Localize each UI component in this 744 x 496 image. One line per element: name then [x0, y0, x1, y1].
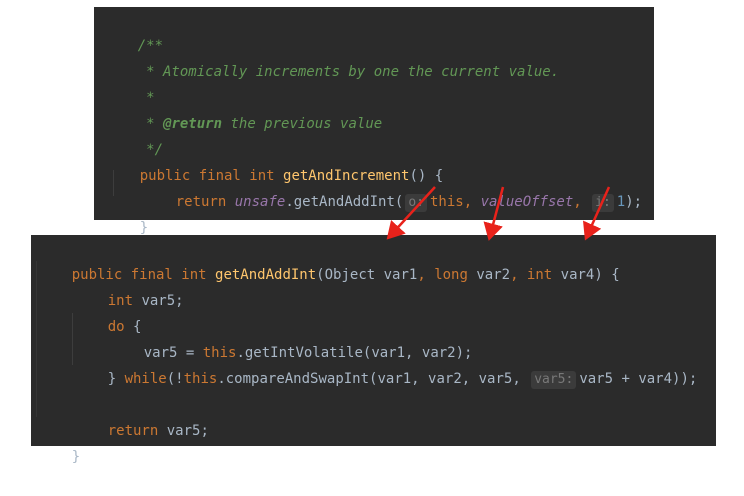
comma: ,: [463, 194, 481, 210]
type-int: int: [526, 267, 553, 283]
param-1: (Object var1: [316, 267, 418, 283]
closing-brace: }: [106, 189, 148, 236]
brace: }: [139, 220, 149, 236]
this-keyword: this: [429, 194, 464, 210]
method-name: getAndAddInt: [215, 267, 317, 283]
closing-brace: }: [38, 418, 80, 465]
return-tag: @return: [163, 116, 223, 132]
indent-guide: [36, 261, 37, 417]
while-statement: } while(!this.compareAndSwapInt(var1, va…: [74, 340, 697, 389]
comma: ,: [417, 267, 435, 283]
return-statement: return var5;: [74, 392, 209, 439]
cas-call-rest: var5 + var4));: [579, 371, 698, 387]
code-panel-get-and-add-int: public final int getAndAddInt(Object var…: [31, 235, 716, 465]
not-operator: (!: [166, 371, 184, 387]
doc-comment-line: * Atomically increments by one the curre…: [104, 33, 559, 80]
doc-comment-close: */: [104, 111, 163, 158]
unsafe-field: unsafe: [234, 194, 286, 210]
code-panel-get-and-increment: /** * Atomically increments by one the c…: [94, 7, 654, 236]
comma: ,: [510, 267, 527, 283]
brace: }: [71, 449, 81, 465]
return-keyword: return: [107, 423, 159, 439]
doc-comment-return: * @return the previous value: [104, 85, 382, 132]
do-statement: do {: [74, 288, 142, 335]
brace: }: [107, 371, 125, 387]
value-offset-field: valueOffset: [480, 194, 574, 210]
indent-guide: [72, 313, 73, 365]
return-keyword: return: [175, 194, 235, 210]
parameter-hint-o: o:: [405, 194, 427, 212]
cas-call: .compareAndSwapInt(var1, var2, var5,: [217, 371, 530, 387]
param-2-name: var2: [467, 267, 511, 283]
comment-text: * Atomically increments by one the curre…: [137, 64, 560, 80]
number-literal: 1: [616, 194, 626, 210]
method-call: .getAndAddInt(: [285, 194, 404, 210]
method-signature: public final int getAndIncrement() {: [106, 137, 443, 184]
call-end: );: [625, 194, 643, 210]
return-value: var5;: [158, 423, 209, 439]
comment-text: the previous value: [222, 116, 383, 132]
parameter-hint-i: i:: [592, 194, 614, 212]
this-keyword: this: [183, 371, 218, 387]
doc-comment-line: *: [104, 59, 154, 106]
variable-declaration: int var5;: [74, 262, 184, 309]
method-signature: public final int getAndAddInt(Object var…: [38, 236, 620, 283]
param-3-name: var4) {: [552, 267, 620, 283]
type-long: long: [434, 267, 468, 283]
while-keyword: while: [124, 371, 167, 387]
comma: ,: [573, 194, 591, 210]
parameter-hint-var5: var5:: [531, 371, 577, 389]
return-statement: return unsafe.getAndAddInt(o: this, value…: [142, 163, 642, 212]
doc-comment-open: /**: [104, 7, 163, 54]
assignment-statement: var5 = this.getIntVolatile(var1, var2);: [110, 314, 473, 361]
